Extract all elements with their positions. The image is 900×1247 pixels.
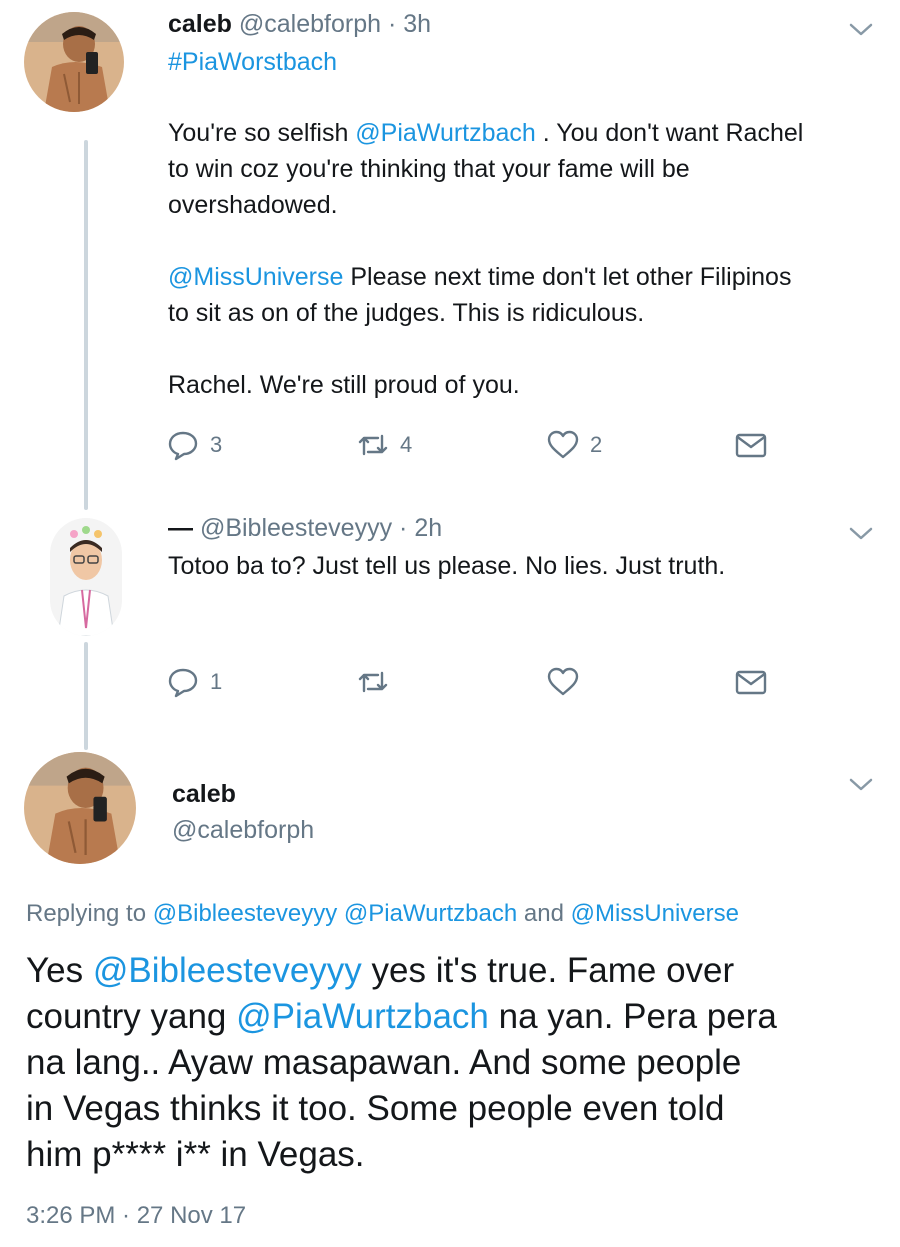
text-line: him p**** i** in Vegas. xyxy=(26,1135,365,1174)
replying-to: Replying to @Bibleesteveyyy @PiaWurtzbac… xyxy=(26,898,739,930)
mention[interactable]: @PiaWurtzbach xyxy=(236,997,489,1036)
reply-icon xyxy=(168,431,198,461)
tweet-2-body: Totoo ba to? Just tell us please. No lie… xyxy=(168,552,726,580)
like-icon xyxy=(547,430,579,459)
retweet-icon xyxy=(358,671,388,693)
share-dm-icon xyxy=(735,670,767,695)
display-name[interactable]: — xyxy=(168,514,193,542)
paragraph-3: Rachel. We're still proud of you. xyxy=(168,371,520,399)
mention[interactable]: @MissUniverse xyxy=(571,900,739,927)
timestamp[interactable]: · 2h xyxy=(399,514,442,542)
share-dm-icon xyxy=(735,433,767,458)
mention[interactable]: @PiaWurtzbach xyxy=(344,900,517,927)
tweet-3-body: Yes @Bibleesteveyyy yes it's true. Fame … xyxy=(26,948,888,1178)
chevron-down-icon[interactable] xyxy=(847,20,875,40)
text: to win coz you're thinking that your fam… xyxy=(168,155,690,183)
like-button[interactable] xyxy=(546,662,580,702)
text: . You don't want Rachel xyxy=(535,119,804,147)
tweet-2-header: — @Bibleesteveyyy · 2h xyxy=(168,512,442,544)
mention[interactable]: @Bibleesteveyyy xyxy=(153,900,337,927)
reply-count: 1 xyxy=(210,669,223,694)
tweet-1-body: You're so selfish @PiaWurtzbach . You do… xyxy=(168,115,888,403)
handle[interactable]: @calebforph xyxy=(172,814,314,846)
display-name[interactable]: caleb xyxy=(172,778,236,810)
text-line: country yang @PiaWurtzbach na yan. Pera … xyxy=(26,994,888,1040)
avatar-caleb[interactable] xyxy=(24,12,124,112)
text: to sit as on of the judges. This is ridi… xyxy=(168,299,645,327)
tweet-1-header: caleb @calebforph · 3h xyxy=(168,8,431,40)
avatar-caleb[interactable] xyxy=(24,752,136,864)
thread-line xyxy=(84,642,88,750)
like-button[interactable]: 2 xyxy=(546,425,602,465)
reply-button[interactable]: 3 xyxy=(166,425,222,465)
chevron-down-icon[interactable] xyxy=(847,524,875,544)
retweet-button[interactable]: 4 xyxy=(356,425,412,465)
avatar-bibleesteveyyy[interactable] xyxy=(50,518,122,636)
thread-line xyxy=(84,140,88,510)
text-line: na lang.. Ayaw masapawan. And some peopl… xyxy=(26,1043,742,1082)
replying-prefix: Replying to xyxy=(26,900,153,927)
display-name[interactable]: caleb xyxy=(168,10,232,38)
text: country yang xyxy=(26,997,237,1036)
mention[interactable]: @Bibleesteveyyy xyxy=(93,951,362,990)
retweet-count: 4 xyxy=(400,432,413,457)
reply-count: 3 xyxy=(210,432,223,457)
paragraph-2: @MissUniverse Please next time don't let… xyxy=(168,259,888,331)
text-line: in Vegas thinks it too. Some people even… xyxy=(26,1089,725,1128)
retweet-icon xyxy=(358,434,388,456)
text: You're so selfish xyxy=(168,119,356,147)
text: na yan. Pera pera xyxy=(488,997,777,1036)
text-line: Yes @Bibleesteveyyy yes it's true. Fame … xyxy=(26,948,888,994)
like-count: 2 xyxy=(590,432,603,457)
direct-message-button[interactable] xyxy=(734,425,768,465)
handle[interactable]: @Bibleesteveyyy xyxy=(200,514,392,542)
hashtag[interactable]: #PiaWorstbach xyxy=(168,46,337,78)
tweet-timestamp[interactable]: 3:26 PM · 27 Nov 17 xyxy=(26,1200,246,1232)
text: yes it's true. Fame over xyxy=(361,951,735,990)
text: overshadowed. xyxy=(168,191,338,219)
chevron-down-icon[interactable] xyxy=(847,775,875,795)
mention[interactable]: @MissUniverse xyxy=(168,263,343,291)
retweet-button[interactable] xyxy=(356,662,390,702)
reply-button[interactable]: 1 xyxy=(166,662,222,702)
text: Please next time don't let other Filipin… xyxy=(343,263,792,291)
text: Yes xyxy=(26,951,93,990)
direct-message-button[interactable] xyxy=(734,662,768,702)
paragraph-1: You're so selfish @PiaWurtzbach . You do… xyxy=(168,115,888,223)
timestamp[interactable]: · 3h xyxy=(388,10,431,38)
reply-icon xyxy=(168,668,198,698)
mention[interactable]: @PiaWurtzbach xyxy=(355,119,536,147)
replying-and: and xyxy=(517,900,571,927)
like-icon xyxy=(547,667,579,696)
handle[interactable]: @calebforph xyxy=(239,10,381,38)
